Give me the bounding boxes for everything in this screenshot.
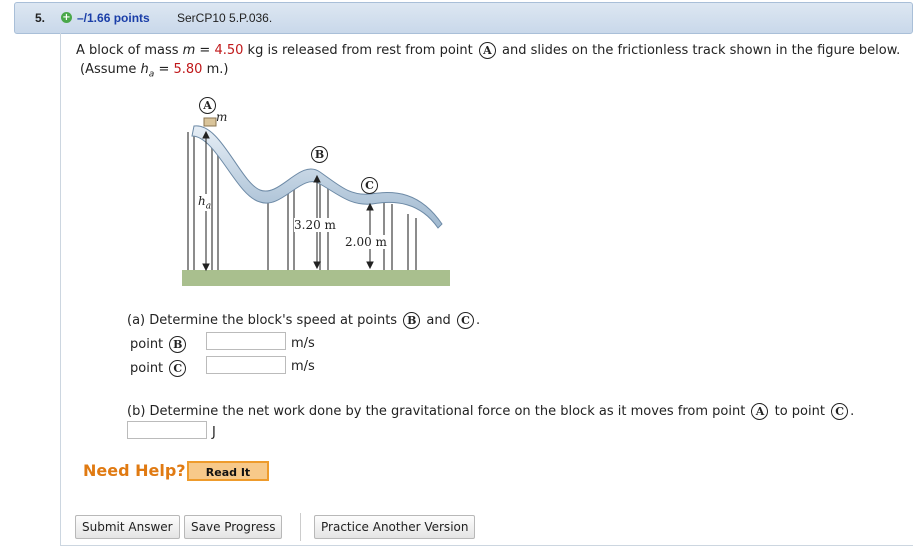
submit-answer-button[interactable]: Submit Answer xyxy=(75,515,180,539)
points-link[interactable]: –/1.66 points xyxy=(77,11,150,25)
problem-code: SerCP10 5.P.036. xyxy=(177,11,273,25)
part-a-text: . xyxy=(475,313,481,328)
problem-text: A block of mass xyxy=(76,43,183,58)
equals: = xyxy=(195,43,215,58)
part-b-prompt: (b) Determine the net work done by the g… xyxy=(127,403,854,420)
figure-point-c-label: C xyxy=(361,177,378,194)
figure-mass-label: m xyxy=(216,110,228,124)
problem-line-1: A block of mass m = 4.50 kg is released … xyxy=(76,42,900,59)
practice-another-version-button[interactable]: Practice Another Version xyxy=(314,515,476,539)
problem-line-2: (Assume ha = 5.80 m.) xyxy=(80,62,228,80)
work-input[interactable] xyxy=(127,421,207,439)
height-value: 5.80 xyxy=(173,62,203,77)
point-b-symbol: B xyxy=(403,312,421,329)
figure-h-var: h xyxy=(198,194,206,208)
figure-h-sub: a xyxy=(205,201,212,212)
part-a-text: (a) Determine the block's speed at point… xyxy=(127,313,402,328)
mass-value: 4.50 xyxy=(214,43,244,58)
read-it-button[interactable]: Read It xyxy=(187,461,269,481)
problem-text: and slides on the frictionless track sho… xyxy=(497,43,901,58)
point-a-symbol: A xyxy=(478,42,496,59)
block xyxy=(203,117,217,127)
need-help-label: Need Help? xyxy=(83,461,186,480)
part-a-text: and xyxy=(422,313,455,328)
figure-h-label: ha xyxy=(198,194,212,212)
speed-b-unit: m/s xyxy=(291,336,315,351)
part-b-text: (b) Determine the net work done by the g… xyxy=(127,404,750,419)
point-a-symbol: A xyxy=(751,403,769,420)
height-variable: h xyxy=(140,62,149,77)
point-c-symbol: C xyxy=(169,360,187,377)
problem-text: kg is released from rest from point xyxy=(243,43,477,58)
speed-c-unit: m/s xyxy=(291,359,315,374)
point-c-symbol: C xyxy=(831,403,849,420)
point-c-symbol: C xyxy=(456,312,474,329)
figure-height-c: 2.00 m xyxy=(345,235,387,249)
figure-point-a-label: A xyxy=(199,97,216,114)
mass-variable: m xyxy=(182,43,196,58)
question-header: 5. + –/1.66 points SerCP10 5.P.036. xyxy=(14,2,913,34)
button-separator xyxy=(300,513,301,541)
point-c-row-label: point C xyxy=(130,360,188,377)
point-b-symbol: B xyxy=(169,336,187,353)
work-unit: J xyxy=(212,425,216,440)
part-a-prompt: (a) Determine the block's speed at point… xyxy=(127,312,480,329)
figure-point-b-label: B xyxy=(311,146,328,163)
ground xyxy=(182,270,450,286)
save-progress-button[interactable]: Save Progress xyxy=(184,515,283,539)
problem-text: (Assume xyxy=(80,62,141,77)
point-label: point xyxy=(130,361,164,376)
speed-c-input[interactable] xyxy=(206,356,286,374)
point-b-row-label: point B xyxy=(130,336,188,353)
speed-b-input[interactable] xyxy=(206,332,286,350)
part-b-text: . xyxy=(850,404,855,419)
point-label: point xyxy=(130,337,164,352)
equals: = xyxy=(154,62,174,77)
question-number: 5. xyxy=(35,11,46,25)
expand-plus-icon[interactable]: + xyxy=(61,12,72,23)
problem-text: m.) xyxy=(202,62,229,77)
part-b-text: to point xyxy=(770,404,830,419)
figure-height-b: 3.20 m xyxy=(294,218,336,232)
